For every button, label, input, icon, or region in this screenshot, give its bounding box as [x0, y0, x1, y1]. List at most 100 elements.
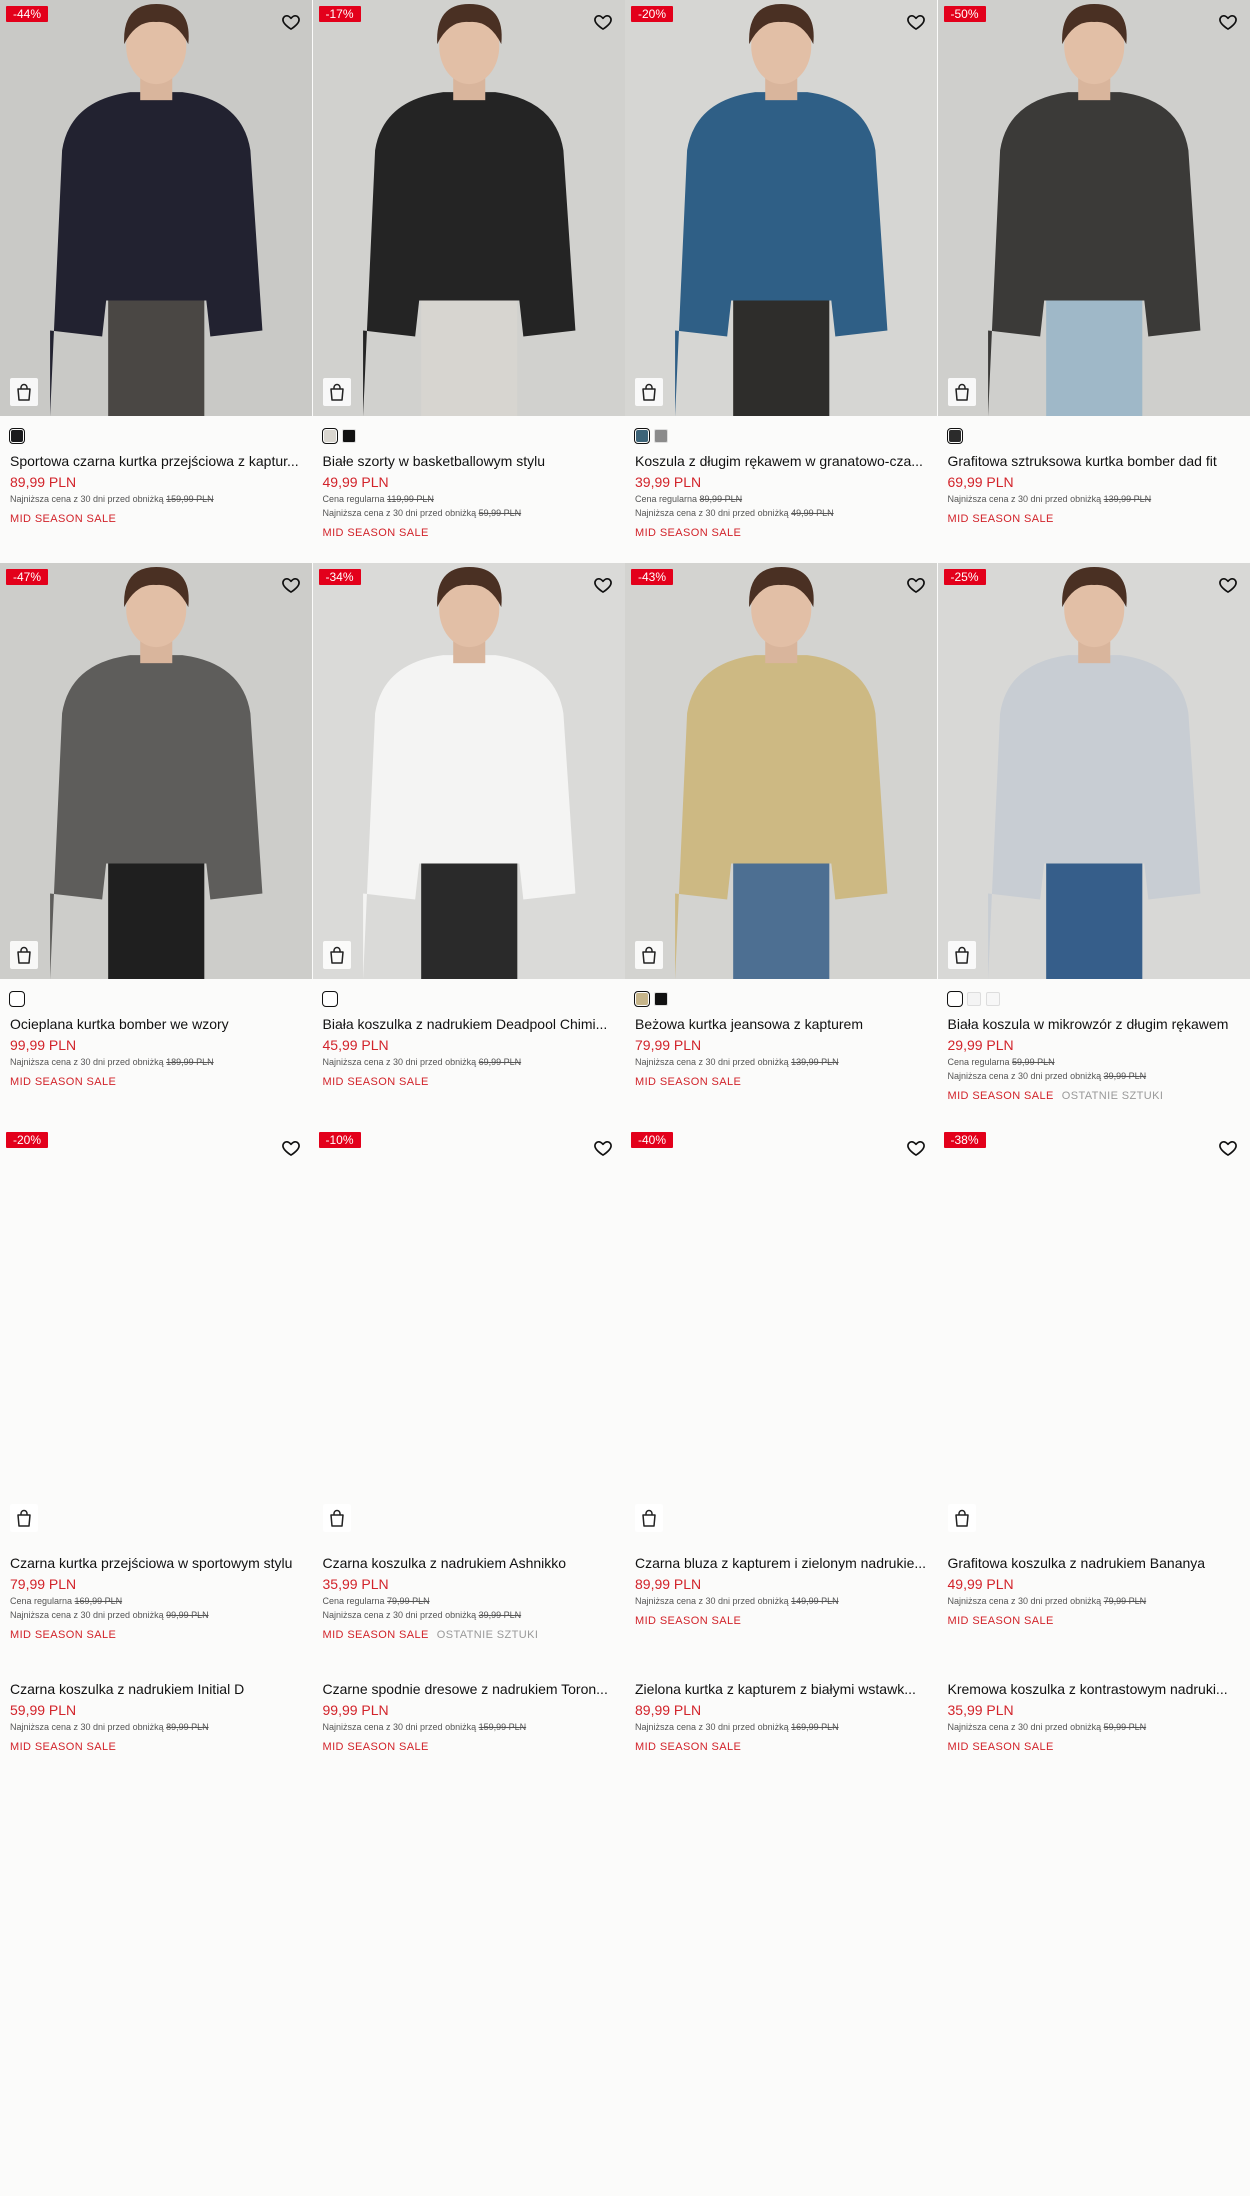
heart-icon[interactable] [1218, 12, 1238, 32]
product-image[interactable]: -38% [937, 1126, 1250, 1542]
product-card[interactable]: -38% Grafitowa koszulka z nadrukiem Bana… [937, 1126, 1250, 1668]
product-card[interactable]: -40% Czarna bluza z kapturem i zielonym … [625, 1126, 938, 1668]
lowest-price-value: 49,99 PLN [791, 508, 834, 518]
product-image[interactable]: -40% [625, 1126, 938, 1542]
product-image[interactable]: -47% [0, 563, 313, 979]
product-price: 99,99 PLN [10, 1037, 77, 1053]
product-info: Czarne spodnie dresowe z nadrukiem Toron… [313, 1680, 626, 1754]
heart-icon[interactable] [281, 1138, 301, 1158]
color-swatch[interactable] [634, 428, 650, 444]
product-name[interactable]: Czarna kurtka przejściowa w sportowym st… [10, 1554, 303, 1572]
heart-icon[interactable] [593, 575, 613, 595]
product-photo [937, 0, 1250, 416]
product-name[interactable]: Czarna koszulka z nadrukiem Initial D [10, 1680, 303, 1698]
shopping-bag-icon[interactable] [322, 378, 351, 406]
product-card[interactable]: -43% Beżowa kurtka jeansowa z kapturem 7… [625, 563, 938, 1126]
heart-icon[interactable] [1218, 1138, 1238, 1158]
model-legs [420, 300, 517, 416]
shopping-bag-icon[interactable] [10, 941, 38, 969]
discount-badge: -47% [6, 569, 49, 585]
product-image[interactable]: -20% [625, 0, 938, 416]
product-name[interactable]: Grafitowa koszulka z nadrukiem Bananya [948, 1554, 1241, 1572]
product-info: Ocieplana kurtka bomber we wzory 99,99 P… [0, 991, 313, 1089]
product-name[interactable]: Czarne spodnie dresowe z nadrukiem Toron… [323, 1680, 616, 1698]
shopping-bag-icon[interactable] [635, 378, 663, 406]
color-swatch[interactable] [985, 992, 1000, 1006]
color-swatch[interactable] [946, 991, 963, 1007]
product-name[interactable]: Czarna koszulka z nadrukiem Ashnikko [323, 1554, 616, 1572]
shopping-bag-icon[interactable] [947, 378, 976, 406]
product-card[interactable]: -50% Grafitowa sztruksowa kurtka bomber … [937, 0, 1250, 563]
lowest-price-value: 159,99 PLN [166, 494, 214, 504]
product-name[interactable]: Grafitowa sztruksowa kurtka bomber dad f… [948, 452, 1241, 470]
product-card[interactable]: -47% Ocieplana kurtka bomber we wzory 99… [0, 563, 313, 1126]
heart-icon[interactable] [281, 575, 301, 595]
color-swatch[interactable] [9, 991, 25, 1007]
discount-badge: -10% [318, 1132, 361, 1148]
product-info: Białe szorty w basketballowym stylu 49,9… [313, 428, 626, 540]
heart-icon[interactable] [906, 575, 926, 595]
product-image[interactable]: -43% [625, 563, 938, 979]
product-name[interactable]: Sportowa czarna kurtka przejściowa z kap… [10, 452, 303, 470]
product-image[interactable]: -10% [312, 1126, 625, 1542]
heart-icon[interactable] [906, 12, 926, 32]
shopping-bag-icon[interactable] [947, 941, 976, 969]
product-card[interactable]: Czarna koszulka z nadrukiem Initial D 59… [0, 1668, 313, 2196]
product-image[interactable]: -50% [937, 0, 1250, 416]
product-card[interactable]: Czarne spodnie dresowe z nadrukiem Toron… [313, 1668, 626, 2196]
shopping-bag-icon[interactable] [10, 378, 38, 406]
color-swatch[interactable] [654, 992, 668, 1006]
product-name[interactable]: Biała koszulka z nadrukiem Deadpool Chim… [323, 1015, 616, 1033]
product-image[interactable]: -20% [0, 1126, 313, 1542]
heart-icon[interactable] [906, 1138, 926, 1158]
heart-icon[interactable] [593, 12, 613, 32]
color-swatch[interactable] [634, 991, 650, 1007]
shopping-bag-icon[interactable] [947, 1504, 976, 1532]
product-name[interactable]: Białe szorty w basketballowym stylu [323, 452, 616, 470]
sale-tag: MID SEASON SALE [10, 1076, 117, 1088]
product-name[interactable]: Zielona kurtka z kapturem z białymi wsta… [635, 1680, 928, 1698]
product-card[interactable]: -20% Koszula z długim rękawem w granatow… [625, 0, 938, 563]
product-name[interactable]: Koszula z długim rękawem w granatowo-cza… [635, 452, 928, 470]
product-name[interactable]: Biała koszula w mikrowzór z długim rękaw… [948, 1015, 1241, 1033]
product-image[interactable]: -34% [312, 563, 625, 979]
color-swatch[interactable] [966, 992, 981, 1006]
product-name[interactable]: Beżowa kurtka jeansowa z kapturem [635, 1015, 928, 1033]
color-swatch[interactable] [9, 428, 25, 444]
product-image[interactable]: -17% [312, 0, 625, 416]
product-name[interactable]: Ocieplana kurtka bomber we wzory [10, 1015, 303, 1033]
product-card[interactable]: -20% Czarna kurtka przejściowa w sportow… [0, 1126, 313, 1668]
color-swatches [946, 428, 1241, 444]
product-price: 29,99 PLN [947, 1037, 1014, 1053]
shopping-bag-icon[interactable] [322, 1504, 351, 1532]
shopping-bag-icon[interactable] [10, 1504, 38, 1532]
color-swatch[interactable] [321, 428, 338, 444]
color-swatch[interactable] [654, 429, 668, 443]
product-card[interactable]: Kremowa koszulka z kontrastowym nadruki.… [938, 1668, 1250, 2196]
shopping-bag-icon[interactable] [635, 1504, 663, 1532]
product-card[interactable]: -34% Biała koszulka z nadrukiem Deadpool… [312, 563, 625, 1126]
product-card[interactable]: Zielona kurtka z kapturem z białymi wsta… [625, 1668, 938, 2196]
product-name[interactable]: Czarna bluza z kapturem i zielonym nadru… [635, 1554, 928, 1572]
product-info: Zielona kurtka z kapturem z białymi wsta… [625, 1680, 938, 1754]
product-price: 59,99 PLN [10, 1702, 77, 1718]
color-swatch[interactable] [946, 428, 963, 444]
color-swatch[interactable] [341, 429, 356, 443]
product-card[interactable]: -17% Białe szorty w basketballowym stylu… [312, 0, 626, 563]
heart-icon[interactable] [1218, 575, 1238, 595]
sale-tag: MID SEASON SALE [947, 513, 1054, 525]
product-card[interactable]: -10% Czarna koszulka z nadrukiem Ashnikk… [312, 1126, 625, 1668]
heart-icon[interactable] [281, 12, 301, 32]
product-image[interactable]: -44% [0, 0, 313, 416]
regular-price: Cena regularna 59,99 PLN [947, 1057, 1055, 1067]
product-price: 79,99 PLN [10, 1576, 77, 1592]
product-price: 89,99 PLN [10, 474, 77, 490]
shopping-bag-icon[interactable] [322, 941, 351, 969]
shopping-bag-icon[interactable] [635, 941, 663, 969]
product-image[interactable]: -25% [937, 563, 1250, 979]
product-name[interactable]: Kremowa koszulka z kontrastowym nadruki.… [948, 1680, 1241, 1698]
color-swatch[interactable] [321, 991, 338, 1007]
product-card[interactable]: -44% Sportowa czarna kurtka przejściowa … [0, 0, 313, 563]
product-card[interactable]: -25% Biała koszula w mikrowzór z długim … [937, 563, 1250, 1126]
heart-icon[interactable] [593, 1138, 613, 1158]
